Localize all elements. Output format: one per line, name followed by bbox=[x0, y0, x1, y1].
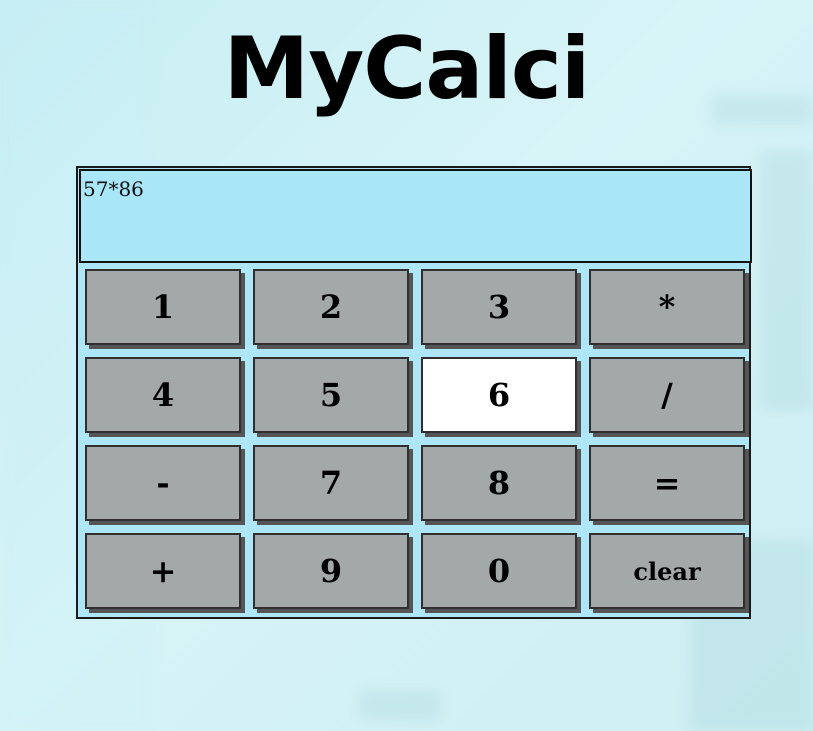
key-3[interactable]: 3 bbox=[421, 269, 577, 345]
key-9[interactable]: 9 bbox=[253, 533, 409, 609]
key-7[interactable]: 7 bbox=[253, 445, 409, 521]
key-equals[interactable]: = bbox=[589, 445, 745, 521]
key-4[interactable]: 4 bbox=[85, 357, 241, 433]
background-panel bbox=[760, 150, 813, 410]
keypad: 1 2 3 * 4 5 6/ -7 8 = +9 0 clear bbox=[85, 269, 745, 609]
key-clear[interactable]: clear bbox=[589, 533, 745, 609]
key-0[interactable]: 0 bbox=[421, 533, 577, 609]
key-1[interactable]: 1 bbox=[85, 269, 241, 345]
key-2[interactable]: 2 bbox=[253, 269, 409, 345]
key-6[interactable]: 6 bbox=[421, 357, 577, 433]
key-add[interactable]: + bbox=[85, 533, 241, 609]
key-subtract[interactable]: - bbox=[85, 445, 241, 521]
key-divide[interactable]: / bbox=[589, 357, 745, 433]
app-title: MyCalci bbox=[223, 19, 591, 119]
key-8[interactable]: 8 bbox=[421, 445, 577, 521]
key-multiply[interactable]: * bbox=[589, 269, 745, 345]
calculator-display[interactable]: 57*86 bbox=[79, 169, 752, 263]
calculator: 57*86 1 2 3 * 4 5 6/ -7 8 = +9 0 clear bbox=[76, 166, 752, 619]
background-panel bbox=[360, 690, 440, 720]
key-5[interactable]: 5 bbox=[253, 357, 409, 433]
